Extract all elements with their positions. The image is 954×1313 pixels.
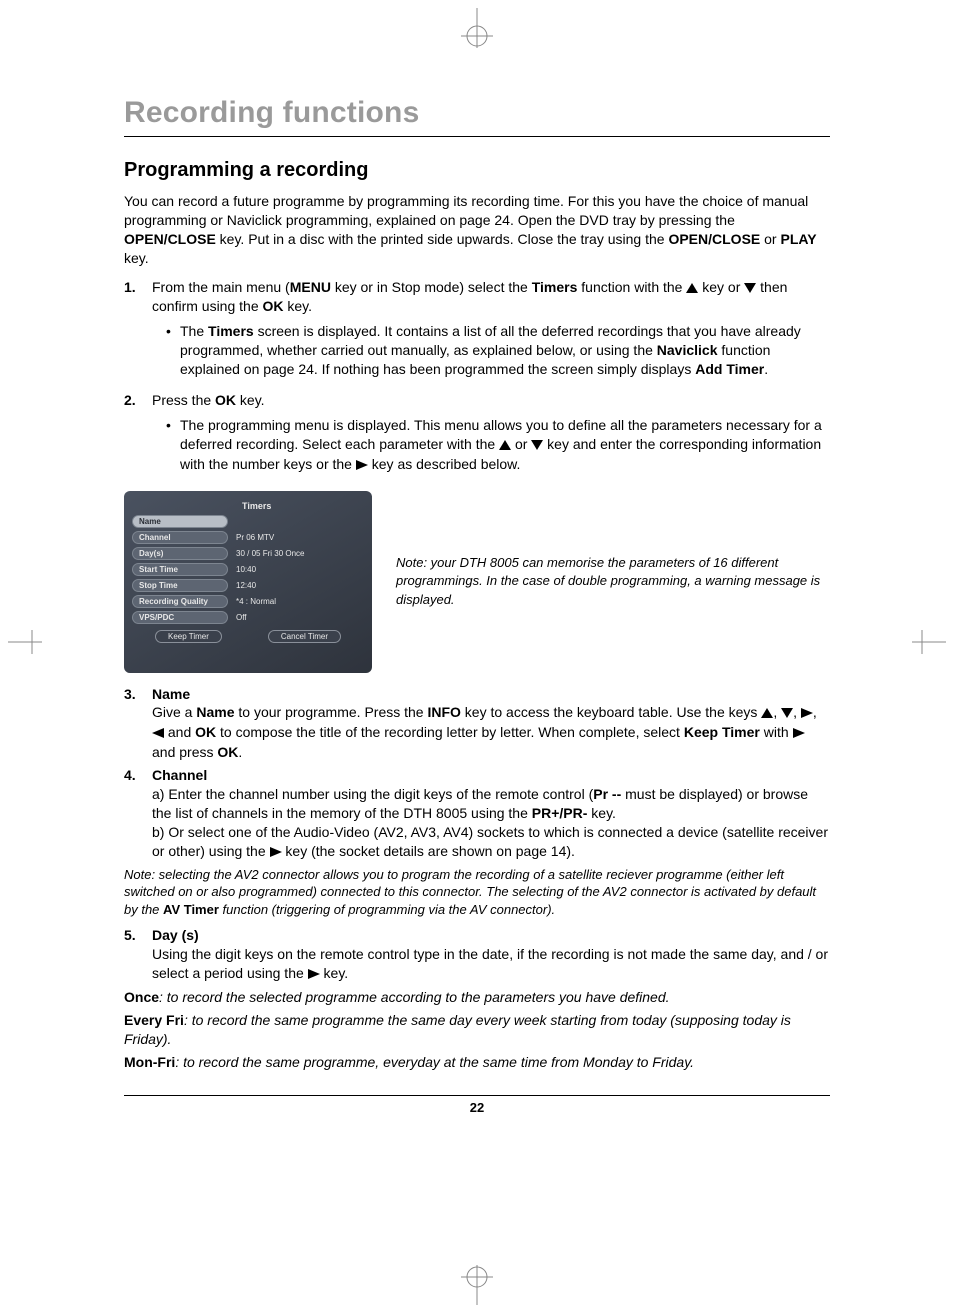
down-arrow-icon	[744, 279, 756, 298]
down-arrow-icon	[781, 704, 793, 723]
step-1: 1. From the main menu (MENU key or in St…	[124, 278, 830, 383]
step-4: 4. Channel a) Enter the channel number u…	[124, 766, 830, 861]
step-2-bullet: The programming menu is displayed. This …	[166, 416, 830, 475]
right-arrow-icon	[356, 456, 368, 475]
crop-mark-bottom	[457, 1265, 497, 1305]
def-every-fri: Every Fri: to record the same programme …	[124, 1011, 830, 1049]
step-5: 5. Day (s) Using the digit keys on the r…	[124, 926, 830, 984]
up-arrow-icon	[761, 704, 773, 723]
screenshot-row-channel: Channel	[132, 531, 228, 544]
screenshot-title: Timers	[132, 501, 364, 511]
step-4-note: Note: selecting the AV2 connector allows…	[124, 866, 830, 919]
right-arrow-icon	[270, 843, 282, 862]
screenshot-row-start: Start Time	[132, 563, 228, 576]
left-arrow-icon	[152, 724, 164, 743]
down-arrow-icon	[531, 436, 543, 455]
screenshot-row-quality: Recording Quality	[132, 595, 228, 608]
crop-mark-right	[912, 630, 946, 659]
screenshot-row-days: Day(s)	[132, 547, 228, 560]
top-rule	[124, 136, 830, 137]
screenshot-row-stop: Stop Time	[132, 579, 228, 592]
screenshot-row-name: Name	[132, 515, 228, 528]
bottom-rule	[124, 1095, 830, 1096]
intro-paragraph: You can record a future programme by pro…	[124, 192, 830, 268]
crop-mark-top	[457, 8, 497, 48]
step-3: 3. Name Give a Name to your programme. P…	[124, 685, 830, 763]
up-arrow-icon	[686, 279, 698, 298]
chapter-title: Recording functions	[124, 96, 830, 130]
figure-note: Note: your DTH 8005 can memorise the par…	[396, 554, 830, 609]
page-number: 22	[124, 1100, 830, 1115]
screenshot-cancel-button: Cancel Timer	[268, 630, 341, 643]
def-once: Once: to record the selected programme a…	[124, 988, 830, 1007]
right-arrow-icon	[308, 965, 320, 984]
crop-mark-left	[8, 630, 42, 659]
up-arrow-icon	[499, 436, 511, 455]
section-title: Programming a recording	[124, 159, 830, 182]
right-arrow-icon	[801, 704, 813, 723]
screenshot-keep-button: Keep Timer	[155, 630, 222, 643]
def-mon-fri: Mon-Fri: to record the same programme, e…	[124, 1053, 830, 1072]
timers-screenshot: Timers Name ChannelPr 06 MTV Day(s)30 / …	[124, 491, 372, 673]
right-arrow-icon	[793, 724, 805, 743]
step-1-bullet: The Timers screen is displayed. It conta…	[166, 322, 830, 379]
screenshot-row-vps: VPS/PDC	[132, 611, 228, 624]
step-2: 2. Press the OK key. The programming men…	[124, 391, 830, 479]
